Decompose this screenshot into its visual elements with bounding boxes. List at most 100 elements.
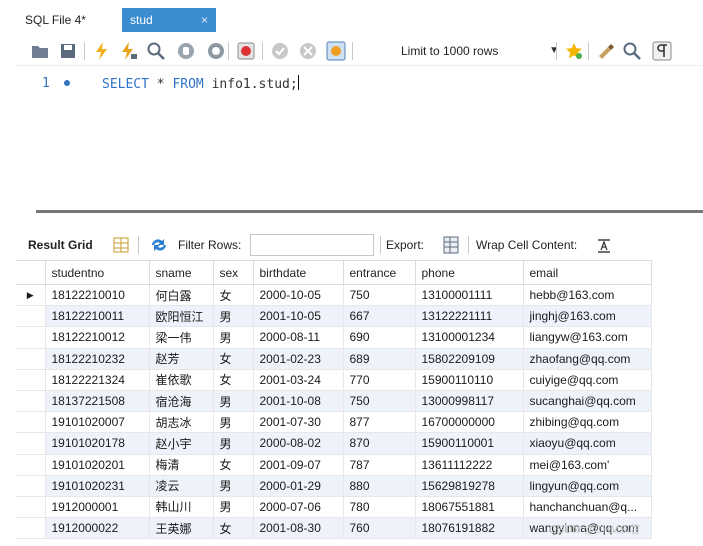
cell-entrance[interactable]: 690 — [342, 326, 416, 349]
cell-email[interactable]: hanchanchuan@q... — [522, 495, 652, 519]
cell-phone[interactable]: 15900110110 — [414, 368, 524, 391]
autocommit-icon[interactable] — [326, 41, 346, 61]
wrap-text-icon[interactable] — [596, 237, 612, 253]
table-row[interactable]: 19101020201 梅清女 2001-09-07 787 13611112222 me… — [16, 453, 652, 476]
cell-sname[interactable]: 欧阳恒江 — [148, 305, 214, 328]
execute-lightning-icon[interactable] — [92, 41, 112, 61]
row-marker[interactable] — [16, 326, 46, 349]
cell-phone[interactable]: 15900110001 — [414, 432, 524, 455]
find-icon[interactable] — [622, 41, 642, 61]
row-marker[interactable] — [16, 495, 46, 519]
cell-entrance[interactable]: 760 — [342, 517, 416, 540]
table-row[interactable]: 18137221508 宿沧海男 2001-10-08 750 13000998117 s… — [16, 389, 652, 413]
editor-result-splitter[interactable] — [36, 210, 703, 213]
cell-birthdate[interactable]: 2001-10-08 — [252, 389, 344, 413]
cell-birthdate[interactable]: 2000-08-11 — [252, 326, 344, 349]
column-header-sex[interactable]: sex — [212, 260, 254, 285]
refresh-arrows-icon[interactable] — [150, 237, 168, 253]
cell-sex[interactable]: 男 — [212, 305, 254, 328]
cell-birthdate[interactable]: 2000-10-05 — [252, 283, 344, 307]
cell-sex[interactable]: 女 — [212, 283, 254, 307]
cell-phone[interactable]: 15629819278 — [414, 474, 524, 497]
cell-birthdate[interactable]: 2001-08-30 — [252, 517, 344, 540]
explain-magnifier-icon[interactable] — [146, 41, 166, 61]
cell-phone[interactable]: 13100001111 — [414, 283, 524, 307]
open-folder-icon[interactable] — [30, 41, 50, 61]
close-icon[interactable]: × — [201, 8, 208, 32]
save-icon[interactable] — [58, 41, 78, 61]
cell-entrance[interactable]: 770 — [342, 368, 416, 391]
cell-sex[interactable]: 男 — [212, 495, 254, 519]
cell-sex[interactable]: 女 — [212, 368, 254, 391]
table-row[interactable]: 19101020231 凌云男 2000-01-29 880 15629819278 li… — [16, 474, 652, 497]
result-grid-tab[interactable]: Result Grid — [28, 238, 93, 252]
cell-entrance[interactable]: 787 — [342, 453, 416, 476]
tab-sql-file-4[interactable]: SQL File 4* — [17, 8, 123, 32]
cell-sname[interactable]: 崔依歌 — [148, 368, 214, 391]
column-header-email[interactable]: email — [522, 260, 652, 285]
cell-email[interactable]: zhibing@qq.com — [522, 411, 652, 434]
cell-sex[interactable]: 男 — [212, 389, 254, 413]
cell-phone[interactable]: 18076191882 — [414, 517, 524, 540]
stop-hand-icon[interactable] — [176, 41, 196, 61]
cell-email[interactable]: lingyun@qq.com — [522, 474, 652, 497]
cell-birthdate[interactable]: 2000-01-29 — [252, 474, 344, 497]
row-marker[interactable] — [16, 368, 46, 391]
cell-sname[interactable]: 梁一伟 — [148, 326, 214, 349]
cell-phone[interactable]: 13100001234 — [414, 326, 524, 349]
row-marker[interactable] — [16, 305, 46, 328]
cell-sname[interactable]: 王英娜 — [148, 517, 214, 540]
cell-studentno[interactable]: 18137221508 — [44, 389, 150, 413]
table-row[interactable]: 19101020007 胡志冰男 2001-07-30 877 16700000000 z… — [16, 411, 652, 434]
cell-sname[interactable]: 胡志冰 — [148, 411, 214, 434]
cell-entrance[interactable]: 870 — [342, 432, 416, 455]
filter-rows-input[interactable] — [250, 234, 374, 256]
cell-studentno[interactable]: 18122210012 — [44, 326, 150, 349]
cell-entrance[interactable]: 877 — [342, 411, 416, 434]
cell-sex[interactable]: 女 — [212, 517, 254, 540]
table-row[interactable]: ▶ 18122210010 何白露女 2000-10-05 750 13100001111… — [16, 283, 652, 307]
cell-email[interactable]: hebb@163.com — [522, 283, 652, 307]
cell-entrance[interactable]: 667 — [342, 305, 416, 328]
row-marker[interactable] — [16, 517, 46, 540]
cell-sname[interactable]: 梅清 — [148, 453, 214, 476]
cell-birthdate[interactable]: 2001-07-30 — [252, 411, 344, 434]
toggle-output-icon[interactable] — [236, 41, 256, 61]
cell-sname[interactable]: 赵小宇 — [148, 432, 214, 455]
current-row-arrow-icon[interactable]: ▶ — [16, 283, 46, 307]
table-row[interactable]: 18122210232 赵芳女 2001-02-23 689 15802209109 zh… — [16, 347, 652, 370]
cell-birthdate[interactable]: 2001-03-24 — [252, 368, 344, 391]
cell-entrance[interactable]: 750 — [342, 389, 416, 413]
beautify-brush-icon[interactable] — [596, 41, 616, 61]
table-row[interactable]: 1912000001 韩山川男 2000-07-06 780 18067551881 ha… — [16, 495, 652, 519]
invisible-chars-icon[interactable] — [652, 41, 672, 61]
row-marker[interactable] — [16, 389, 46, 413]
cell-sex[interactable]: 男 — [212, 411, 254, 434]
row-marker[interactable] — [16, 347, 46, 370]
cell-birthdate[interactable]: 2001-09-07 — [252, 453, 344, 476]
cell-phone[interactable]: 13000998117 — [414, 389, 524, 413]
cell-birthdate[interactable]: 2000-07-06 — [252, 495, 344, 519]
column-header-birthdate[interactable]: birthdate — [252, 260, 344, 285]
row-marker[interactable] — [16, 411, 46, 434]
cell-studentno[interactable]: 19101020231 — [44, 474, 150, 497]
grid-layout-icon[interactable] — [112, 236, 130, 254]
export-grid-icon[interactable] — [442, 235, 460, 255]
cell-studentno[interactable]: 18122210232 — [44, 347, 150, 370]
table-row[interactable]: 18122221324 崔依歌女 2001-03-24 770 15900110110 c… — [16, 368, 652, 391]
cell-sname[interactable]: 宿沧海 — [148, 389, 214, 413]
cell-sname[interactable]: 赵芳 — [148, 347, 214, 370]
cell-sex[interactable]: 女 — [212, 347, 254, 370]
cell-phone[interactable]: 13122221111 — [414, 305, 524, 328]
cell-email[interactable]: jinghj@163.com — [522, 305, 652, 328]
cell-email[interactable]: zhaofang@qq.com — [522, 347, 652, 370]
table-row[interactable]: 18122210012 梁一伟男 2000-08-11 690 13100001234 l… — [16, 326, 652, 349]
cell-email[interactable]: cuiyige@qq.com — [522, 368, 652, 391]
cell-sname[interactable]: 韩山川 — [148, 495, 214, 519]
cell-studentno[interactable]: 1912000001 — [44, 495, 150, 519]
cell-birthdate[interactable]: 2001-10-05 — [252, 305, 344, 328]
cell-sex[interactable]: 男 — [212, 326, 254, 349]
result-grid[interactable]: studentno sname sex birthdate entrance phone e… — [16, 260, 703, 546]
commit-check-icon[interactable] — [270, 41, 290, 61]
cell-email[interactable]: liangyw@163.com — [522, 326, 652, 349]
